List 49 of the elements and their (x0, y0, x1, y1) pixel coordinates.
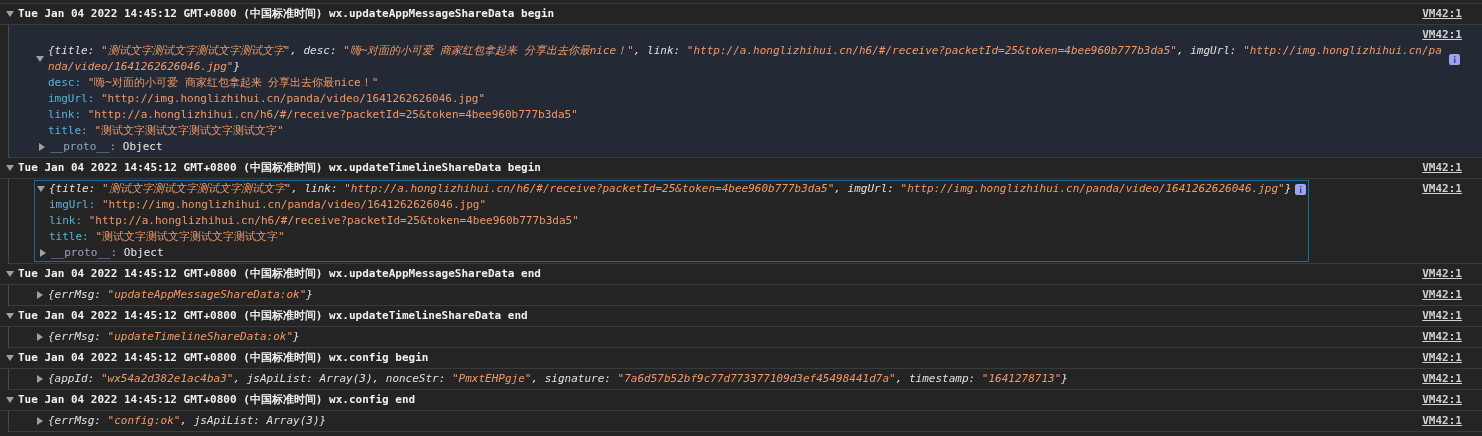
source-link[interactable]: VM42:1 (1422, 371, 1462, 387)
object-preview[interactable]: {title: "测试文字测试文字测试文字测试文字", desc: "嗨~对面的小可爱 商家红包拿起来 分享出去你最nice！", link: "http://a.honglizhihui.cn/h6/#/receive?packetId=25&token=4bee960b777b3da5", imgUrl: "http://img.honglizhihui.cn/panda/video/1641262626046.jpg"} (48, 43, 1445, 75)
collapse-triangle-icon[interactable] (36, 55, 44, 63)
source-link[interactable]: VM42:1 (1422, 329, 1462, 345)
collapse-triangle-icon[interactable] (6, 396, 14, 404)
group-header: Tue Jan 04 2022 14:45:12 GMT+0800 (中国标准时间) wx.config begin (18, 351, 429, 364)
group-header: Tue Jan 04 2022 14:45:12 GMT+0800 (中国标准时间) wx.updateTimelineShareData begin (18, 161, 541, 174)
object-property: link: "http://a.honglizhihui.cn/h6/#/receive?packetId=25&token=4bee960b777b3da5" (47, 107, 579, 123)
object-preview[interactable]: {errMsg: "updateAppMessageShareData:ok"} (48, 287, 313, 303)
group-header: Tue Jan 04 2022 14:45:12 GMT+0800 (中国标准时间) wx.updateAppMessageShareData end (18, 267, 541, 280)
group-header: Tue Jan 04 2022 14:45:12 GMT+0800 (中国标准时间) wx.config end (18, 393, 416, 406)
expand-triangle-icon[interactable] (36, 333, 44, 341)
expand-triangle-icon[interactable] (39, 249, 47, 257)
source-link[interactable]: VM42:1 (1422, 350, 1462, 366)
object-property: link: "http://a.honglizhihui.cn/h6/#/receive?packetId=25&token=4bee960b777b3da5" (48, 213, 580, 229)
expand-triangle-icon[interactable] (36, 375, 44, 383)
source-link[interactable]: VM42:1 (1422, 266, 1462, 282)
source-link[interactable]: VM42:1 (1422, 287, 1462, 303)
object-property: imgUrl: "http://img.honglizhihui.cn/panda/video/1641262626046.jpg" (48, 197, 488, 213)
collapse-triangle-icon[interactable] (37, 185, 45, 193)
source-link[interactable]: VM42:1 (1422, 160, 1462, 176)
source-link[interactable]: VM42:1 (1422, 413, 1462, 429)
source-link[interactable]: VM42:1 (1422, 308, 1462, 324)
object-preview[interactable]: {errMsg: "updateTimelineShareData:ok"} (48, 329, 300, 345)
object-property: imgUrl: "http://img.honglizhihui.cn/panda/video/1641262626046.jpg" (47, 91, 487, 107)
object-preview[interactable]: {title: "测试文字测试文字测试文字测试文字", link: "http://a.honglizhihui.cn/h6/#/receive?packetId=25&token=4bee960b777b3da5", imgUrl: "http://img.honglizhihui.cn/panda/video/1641262626046.jpg"} (49, 181, 1292, 197)
object-property: __proto__: Object (50, 140, 163, 153)
object-property: desc: "嗨~对面的小可爱 商家红包拿起来 分享出去你最nice！" (47, 75, 380, 91)
object-preview[interactable]: {errMsg: "config:ok", jsApiList: Array(3)} (48, 413, 327, 429)
object-preview[interactable]: {appId: "wx54a2d382e1ac4ba3", jsApiList: Array(3), nonceStr: "PmxtEHPgje", signature: "7a6d57b52bf9c77d773377109d3ef45498441d7a", timestamp: "1641278713"} (48, 371, 1068, 387)
group-header: Tue Jan 04 2022 14:45:12 GMT+0800 (中国标准时间) wx.updateAppMessageShareData begin (18, 7, 555, 20)
object-property: title: "测试文字测试文字测试文字测试文字" (47, 123, 285, 139)
expand-triangle-icon[interactable] (36, 291, 44, 299)
source-link[interactable]: VM42:1 (1422, 392, 1462, 408)
expand-triangle-icon[interactable] (38, 143, 46, 151)
source-link[interactable]: VM42:1 (1422, 181, 1462, 197)
collapse-triangle-icon[interactable] (6, 270, 14, 278)
collapse-triangle-icon[interactable] (6, 312, 14, 320)
expand-triangle-icon[interactable] (36, 417, 44, 425)
info-icon (1449, 53, 1460, 65)
object-property: title: "测试文字测试文字测试文字测试文字" (48, 229, 286, 245)
object-property: __proto__: Object (51, 246, 164, 259)
collapse-triangle-icon[interactable] (6, 354, 14, 362)
group-header: Tue Jan 04 2022 14:45:12 GMT+0800 (中国标准时间) wx.updateTimelineShareData end (18, 309, 528, 322)
collapse-triangle-icon[interactable] (6, 164, 14, 172)
info-icon (1295, 183, 1307, 195)
source-link[interactable]: VM42:1 (1422, 6, 1462, 22)
collapse-triangle-icon[interactable] (6, 10, 14, 18)
source-link[interactable]: VM42:1 (1422, 27, 1462, 43)
